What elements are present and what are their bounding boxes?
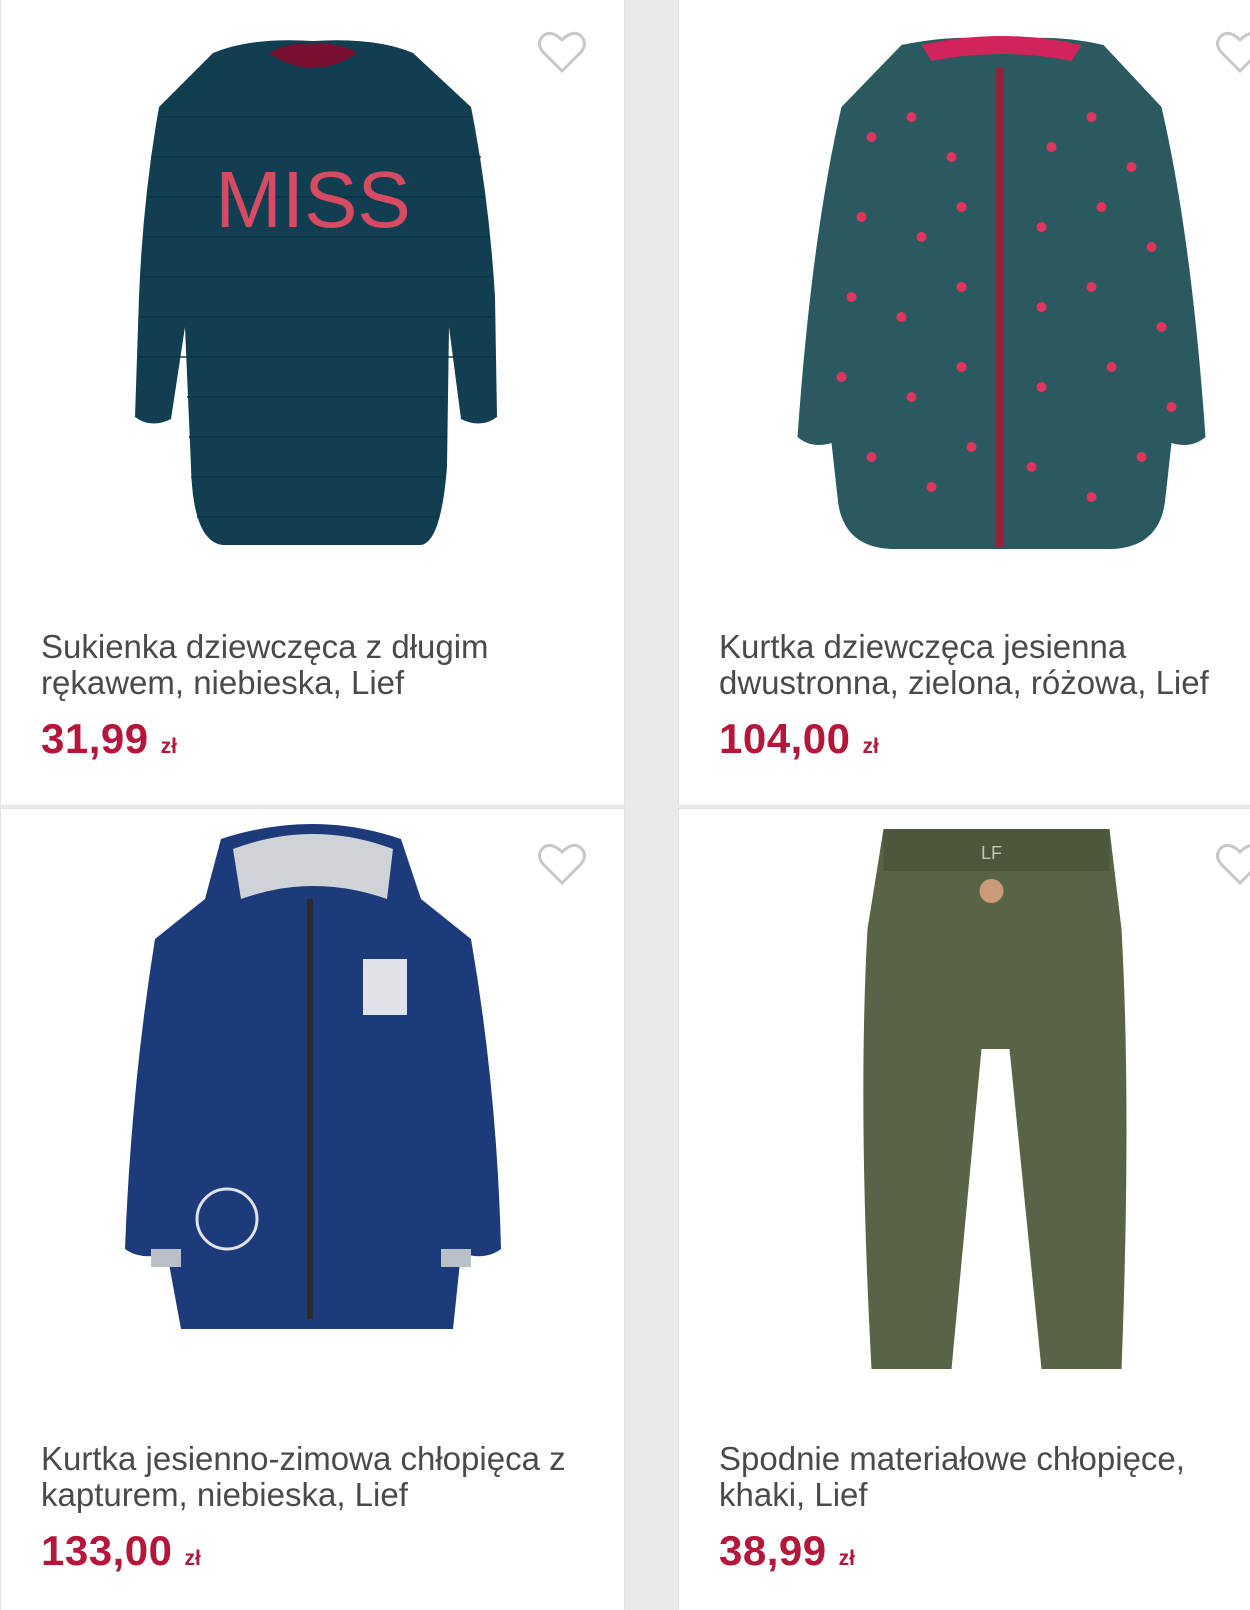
price-row: 38,99 zł (719, 1527, 855, 1575)
favorite-heart-icon[interactable] (1215, 29, 1250, 75)
product-image-khaki-trousers[interactable]: LF (679, 809, 1250, 1409)
currency-label: zł (160, 735, 177, 758)
product-price: 31,99 (41, 715, 149, 762)
favorite-heart-icon[interactable] (537, 841, 587, 887)
svg-text:LF: LF (981, 843, 1002, 863)
price-row: 31,99 zł (41, 715, 177, 763)
product-title[interactable]: Kurtka dziewczęca jesienna dwustronna, z… (719, 629, 1250, 701)
product-price: 38,99 (719, 1527, 827, 1574)
favorite-heart-icon[interactable] (537, 29, 587, 75)
product-card[interactable]: Kurtka dziewczęca jesienna dwustronna, z… (678, 0, 1250, 806)
product-image-polka-jacket[interactable] (679, 0, 1250, 597)
product-card[interactable]: LF Spodnie materiałowe chłopięce, khaki,… (678, 808, 1250, 1610)
product-image-dress[interactable]: MISS (1, 0, 625, 597)
product-title[interactable]: Spodnie materiałowe chłopięce, khaki, Li… (719, 1441, 1250, 1513)
product-title[interactable]: Kurtka jesienno-zimowa chłopięca z kaptu… (41, 1441, 581, 1513)
price-row: 104,00 zł (719, 715, 879, 763)
product-title[interactable]: Sukienka dziewczęca z długim rękawem, ni… (41, 629, 581, 701)
product-price: 104,00 (719, 715, 851, 762)
price-row: 133,00 zł (41, 1527, 201, 1575)
product-card[interactable]: MISS Sukienka dziewczęca z długim rękawe… (0, 0, 625, 806)
currency-label: zł (862, 735, 879, 758)
miss-print: MISS (215, 155, 411, 244)
currency-label: zł (838, 1547, 855, 1570)
product-price: 133,00 (41, 1527, 173, 1574)
product-card[interactable]: Kurtka jesienno-zimowa chłopięca z kaptu… (0, 808, 625, 1610)
currency-label: zł (184, 1547, 201, 1570)
product-image-hooded-jacket[interactable] (1, 809, 625, 1409)
favorite-heart-icon[interactable] (1215, 841, 1250, 887)
